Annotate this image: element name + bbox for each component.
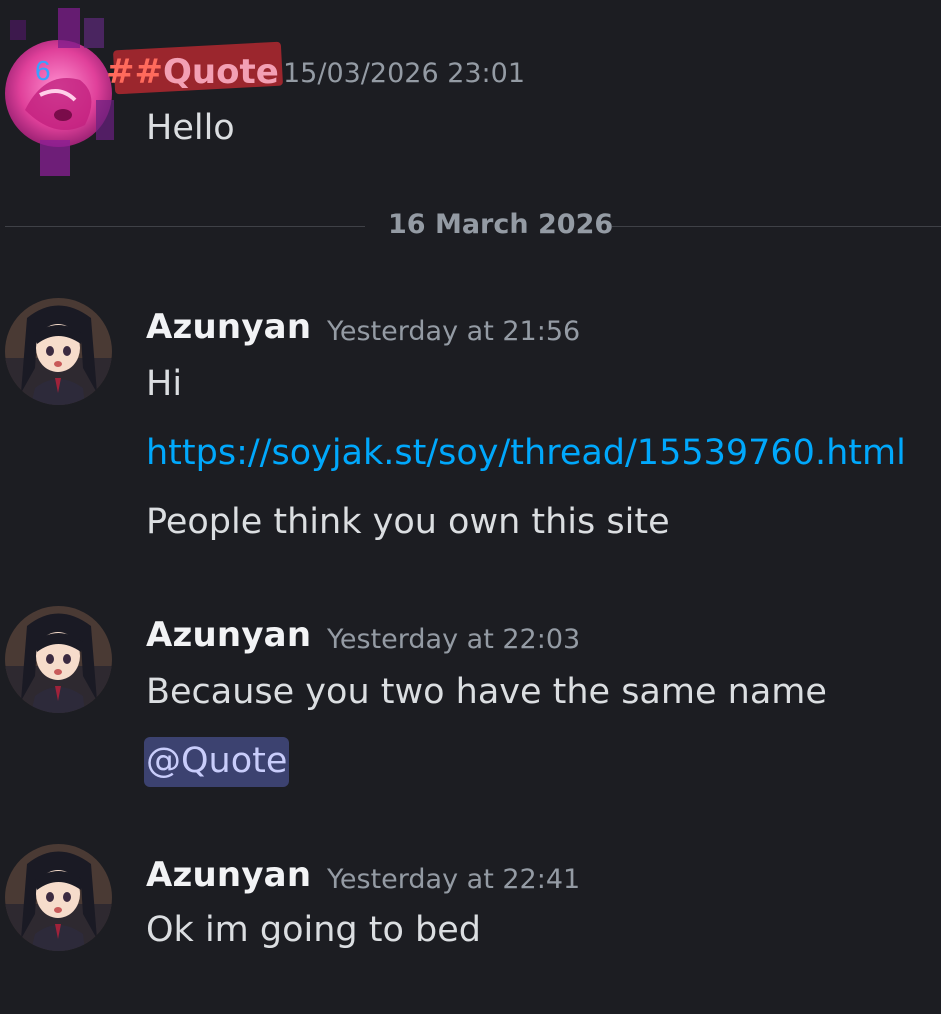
scribble-overlay [10,8,114,176]
divider-date: 16 March 2026 [388,209,614,240]
user-mention[interactable]: @Quote [144,737,290,787]
message-quote: 6 ##Quote 15/03/2026 23:01 Hello [0,0,941,190]
timestamp: Yesterday at 22:41 [327,864,581,895]
message-text: Ok im going to bed [146,910,481,950]
username[interactable]: Azunyan [146,307,311,347]
message-azunyan: Azunyan Yesterday at 22:03 Because you t… [0,598,941,808]
message-text: Because you two have the same name [146,672,827,712]
message-text: Hi [146,364,183,404]
timestamp: Yesterday at 22:03 [327,624,581,655]
divider-line-right [612,226,941,227]
username-quote[interactable]: ##Quote [106,41,284,95]
message-azunyan: Azunyan Yesterday at 21:56 Hi https://so… [0,290,941,560]
username-prefix: ## [106,52,163,92]
avatar-azunyan-icon[interactable] [5,298,112,405]
message-text: People think you own this site [146,502,670,542]
avatar-azunyan-icon[interactable] [5,606,112,713]
timestamp: 15/03/2026 23:01 [283,58,526,89]
chat-log: 6 ##Quote 15/03/2026 23:01 Hello 16 Marc… [0,0,941,1014]
username-text: Quote [162,52,279,92]
message-azunyan: Azunyan Yesterday at 22:41 Ok im going t… [0,838,941,988]
username[interactable]: Azunyan [146,855,311,895]
timestamp: Yesterday at 21:56 [327,316,581,347]
username[interactable]: Azunyan [146,615,311,655]
avatar-azunyan-icon[interactable] [5,844,112,951]
message-link[interactable]: https://soyjak.st/soy/thread/15539760.ht… [146,433,906,473]
divider-line-left [5,226,365,227]
message-text: Hello [146,108,235,148]
